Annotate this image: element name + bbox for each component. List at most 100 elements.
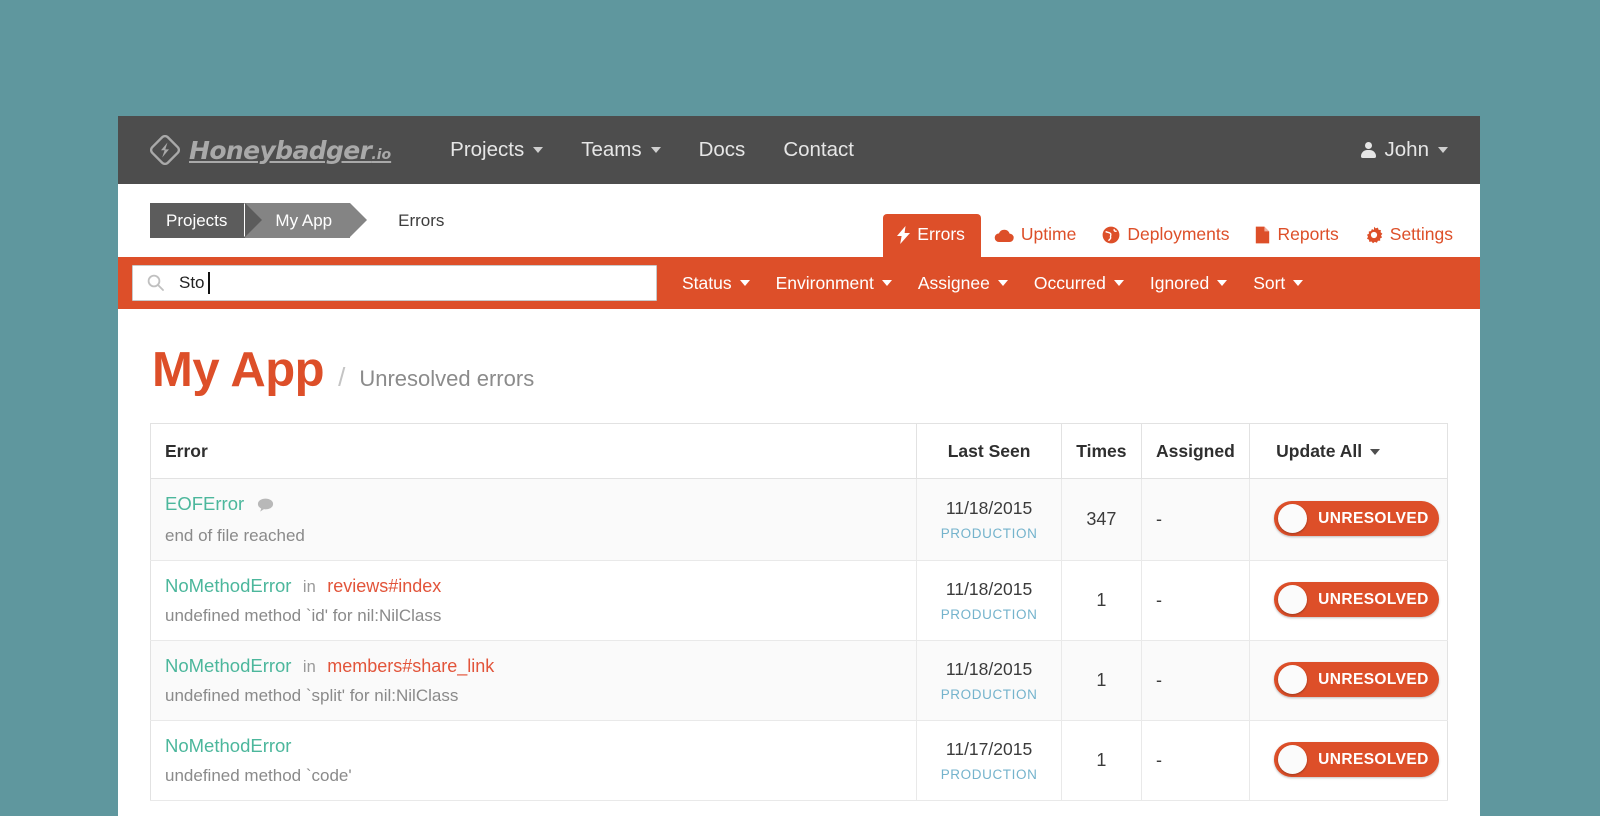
status-toggle[interactable]: UNRESOLVED (1274, 742, 1439, 777)
chevron-down-icon (651, 147, 661, 153)
status-toggle[interactable]: UNRESOLVED (1274, 501, 1439, 536)
environment-badge: PRODUCTION (931, 767, 1046, 782)
filter-environment[interactable]: Environment (763, 265, 905, 302)
chevron-down-icon (533, 147, 543, 153)
column-header-last-seen: Last Seen (917, 424, 1061, 479)
user-menu-label: John (1385, 138, 1429, 162)
error-name-link[interactable]: NoMethodError (165, 575, 291, 596)
search-box (132, 265, 657, 301)
table-row[interactable]: NoMethodError undefined method `code' 11… (151, 721, 1448, 801)
tab-errors[interactable]: Errors (883, 214, 981, 257)
nav-item-docs[interactable]: Docs (680, 130, 765, 170)
brand-logo[interactable]: Honeybadger.io (150, 135, 391, 165)
breadcrumb-projects-label: Projects (166, 211, 227, 231)
nav-item-teams[interactable]: Teams (562, 130, 679, 170)
cell-assigned: - (1142, 641, 1250, 721)
comment-icon[interactable] (257, 498, 274, 517)
environment-badge: PRODUCTION (931, 526, 1046, 541)
brand-name-text: Honeybadger (189, 136, 371, 165)
chevron-down-icon (740, 280, 750, 286)
cell-status: UNRESOLVED (1250, 561, 1448, 641)
update-all-dropdown[interactable]: Update All (1264, 441, 1433, 462)
filter-assignee-label: Assignee (918, 273, 990, 294)
primary-nav: Projects Teams Docs Contact (431, 130, 873, 170)
breadcrumb: Projects My App Errors (150, 203, 444, 238)
error-action-link[interactable]: reviews#index (327, 576, 441, 596)
user-menu[interactable]: John (1357, 130, 1452, 170)
chevron-down-icon (1114, 280, 1124, 286)
error-message: undefined method `id' for nil:NilClass (165, 606, 902, 626)
environment-badge: PRODUCTION (931, 607, 1046, 622)
table-row[interactable]: EOFError end of file reached 11/18/2015 (151, 479, 1448, 561)
cell-last-seen: 11/18/2015 PRODUCTION (917, 641, 1061, 721)
column-header-assigned: Assigned (1142, 424, 1250, 479)
filter-occurred[interactable]: Occurred (1021, 265, 1137, 302)
filter-status-label: Status (682, 273, 732, 294)
error-action-link[interactable]: members#share_link (327, 656, 494, 676)
brand-tld: .io (371, 147, 391, 163)
toggle-knob (1278, 745, 1307, 774)
chevron-down-icon (1293, 280, 1303, 286)
tab-settings[interactable]: Settings (1352, 214, 1466, 257)
chevron-down-icon (882, 280, 892, 286)
page-subtitle: Unresolved errors (359, 366, 534, 392)
nav-item-contact[interactable]: Contact (764, 130, 873, 170)
tab-settings-label: Settings (1390, 224, 1453, 245)
error-title-line: NoMethodError (165, 735, 902, 757)
user-icon (1361, 142, 1376, 158)
tab-errors-label: Errors (917, 224, 965, 245)
filter-status[interactable]: Status (669, 265, 763, 302)
cell-status: UNRESOLVED (1250, 479, 1448, 561)
filter-ignored[interactable]: Ignored (1137, 265, 1240, 302)
brand-name: Honeybadger.io (189, 136, 391, 165)
status-badge: UNRESOLVED (1318, 591, 1429, 609)
filter-occurred-label: Occurred (1034, 273, 1106, 294)
cell-last-seen: 11/18/2015 PRODUCTION (917, 479, 1061, 561)
column-header-times: Times (1061, 424, 1141, 479)
cell-assigned: - (1142, 721, 1250, 801)
title-separator: / (338, 362, 345, 393)
error-in-label: in (303, 658, 316, 676)
table-row[interactable]: NoMethodError in reviews#index undefined… (151, 561, 1448, 641)
error-message: undefined method `code' (165, 766, 902, 786)
bolt-icon (897, 226, 910, 244)
tab-deployments[interactable]: Deployments (1089, 214, 1242, 257)
nav-item-contact-label: Contact (783, 138, 854, 162)
text-cursor (208, 272, 210, 294)
gear-icon (1365, 226, 1383, 244)
table-row[interactable]: NoMethodError in members#share_link unde… (151, 641, 1448, 721)
chevron-down-icon (1438, 147, 1448, 153)
error-name-link[interactable]: EOFError (165, 493, 244, 514)
nav-item-projects[interactable]: Projects (431, 130, 562, 170)
error-name-link[interactable]: NoMethodError (165, 655, 291, 676)
error-message: end of file reached (165, 526, 902, 546)
cell-assigned: - (1142, 561, 1250, 641)
cell-status: UNRESOLVED (1250, 641, 1448, 721)
breadcrumb-errors-label: Errors (398, 211, 444, 231)
filter-sort[interactable]: Sort (1240, 265, 1316, 302)
search-input[interactable] (132, 265, 657, 301)
status-toggle[interactable]: UNRESOLVED (1274, 662, 1439, 697)
error-name-link[interactable]: NoMethodError (165, 735, 291, 756)
cell-error: NoMethodError in members#share_link unde… (151, 641, 917, 721)
breadcrumb-item-projects[interactable]: Projects (150, 203, 245, 238)
errors-table-body: EOFError end of file reached 11/18/2015 (151, 479, 1448, 801)
error-title-line: NoMethodError in members#share_link (165, 655, 902, 677)
status-toggle[interactable]: UNRESOLVED (1274, 582, 1439, 617)
toggle-knob (1278, 665, 1307, 694)
last-seen-date: 11/17/2015 (931, 739, 1046, 760)
cell-times: 1 (1061, 641, 1141, 721)
errors-table-head: Error Last Seen Times Assigned Update Al… (151, 424, 1448, 479)
filter-assignee[interactable]: Assignee (905, 265, 1021, 302)
filter-ignored-label: Ignored (1150, 273, 1209, 294)
tab-deployments-label: Deployments (1127, 224, 1229, 245)
file-icon (1255, 226, 1270, 244)
tab-reports[interactable]: Reports (1242, 214, 1351, 257)
cell-times: 347 (1061, 479, 1141, 561)
cell-times: 1 (1061, 561, 1141, 641)
tab-uptime[interactable]: Uptime (981, 214, 1089, 257)
tab-uptime-label: Uptime (1021, 224, 1076, 245)
tab-reports-label: Reports (1277, 224, 1338, 245)
page-title: My App (152, 346, 324, 395)
nav-item-projects-label: Projects (450, 138, 524, 162)
